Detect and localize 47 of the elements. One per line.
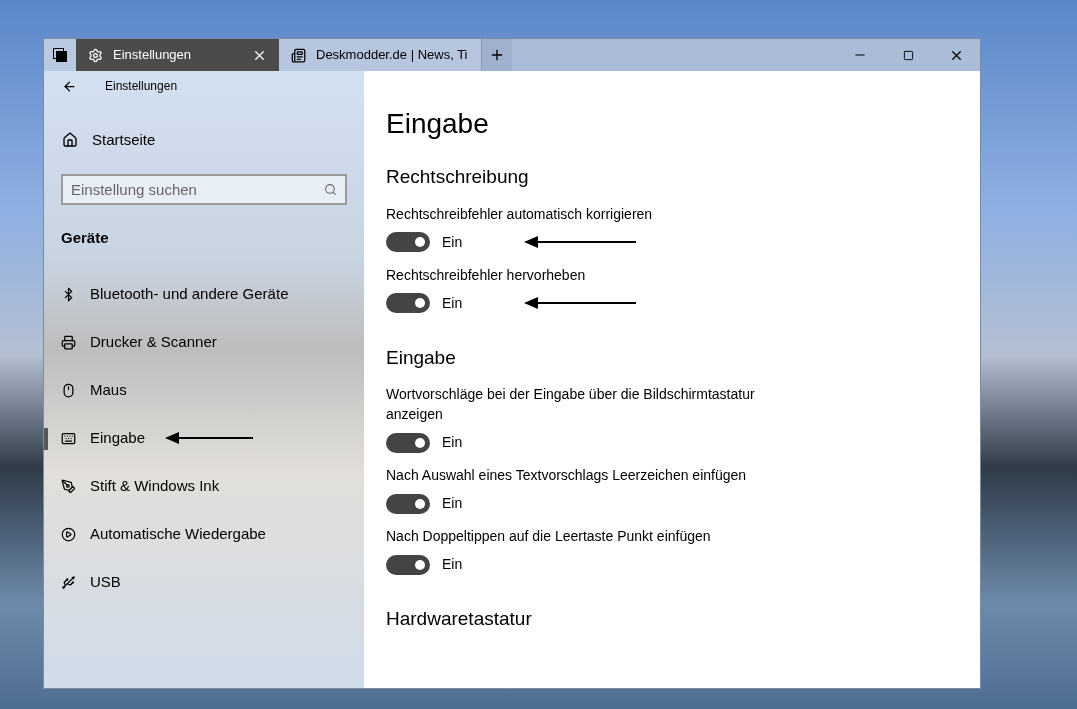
new-tab-button[interactable]: [482, 39, 512, 71]
toggle-switch[interactable]: [386, 554, 430, 575]
keyboard-icon: [61, 430, 76, 446]
selection-indicator: [44, 428, 48, 450]
toggle-switch[interactable]: [386, 493, 430, 514]
maximize-icon: [902, 49, 914, 61]
toggle-state: Ein: [442, 494, 464, 513]
printer-icon: [61, 334, 76, 350]
setting-label: Nach Doppeltippen auf die Leertaste Punkt einfügen: [386, 527, 712, 546]
page-title: Eingabe: [386, 107, 490, 141]
toggle-switch[interactable]: [386, 232, 430, 252]
setting-label: Rechtschreibfehler hervorheben: [386, 265, 587, 285]
search-icon: [324, 182, 337, 196]
section-heading: Geräte: [60, 227, 110, 248]
usb-icon: [61, 574, 76, 590]
app-title: Einstellungen: [105, 78, 178, 95]
sidebar-item[interactable]: Stift & Windows Ink: [44, 474, 220, 498]
autoplay-icon: [61, 526, 76, 542]
toggle-switch[interactable]: [386, 432, 430, 453]
setting-label: Rechtschreibfehler automatisch korrigieren: [386, 204, 654, 224]
pen-icon: [61, 478, 76, 494]
tabs-icon[interactable]: [44, 39, 76, 71]
mouse-icon: [61, 382, 76, 398]
sidebar-item[interactable]: Maus: [44, 378, 127, 402]
home-link[interactable]: Startseite: [44, 129, 364, 152]
section-heading: Rechtschreibung: [386, 165, 530, 189]
browser-tab[interactable]: Einstellungen: [76, 39, 279, 71]
plus-icon: [489, 47, 505, 63]
toggle-state: Ein: [442, 232, 464, 252]
setting-label: Nach Auswahl eines Textvorschlags Leerzeichen einfügen: [386, 466, 748, 485]
toggle-state: Ein: [442, 555, 464, 574]
toggle-state: Ein: [442, 293, 464, 313]
sidebar-item[interactable]: USB: [44, 570, 121, 594]
sidebar-item[interactable]: Drucker & Scanner: [44, 330, 217, 354]
setting-label: Wortvorschläge bei der Eingabe über die Bildschirmtastatur anzeigen: [386, 385, 756, 424]
section-heading: Hardwaretastatur: [386, 607, 533, 631]
search-field[interactable]: Einstellung suchen: [61, 173, 347, 205]
home-icon: [62, 132, 78, 149]
webpage-icon: [291, 47, 306, 63]
sidebar-item[interactable]: Automatische Wiedergabe: [44, 522, 266, 546]
gear-icon: [88, 47, 103, 63]
toggle-state: Ein: [442, 433, 464, 452]
sidebar-item[interactable]: Bluetooth- und andere Geräte: [44, 282, 289, 306]
toggle-switch[interactable]: [386, 293, 430, 313]
sidebar-item[interactable]: Eingabe: [44, 426, 146, 450]
section-heading: Eingabe: [386, 345, 457, 370]
browser-tab[interactable]: Deskmodder.de | News, Ti: [279, 39, 482, 71]
